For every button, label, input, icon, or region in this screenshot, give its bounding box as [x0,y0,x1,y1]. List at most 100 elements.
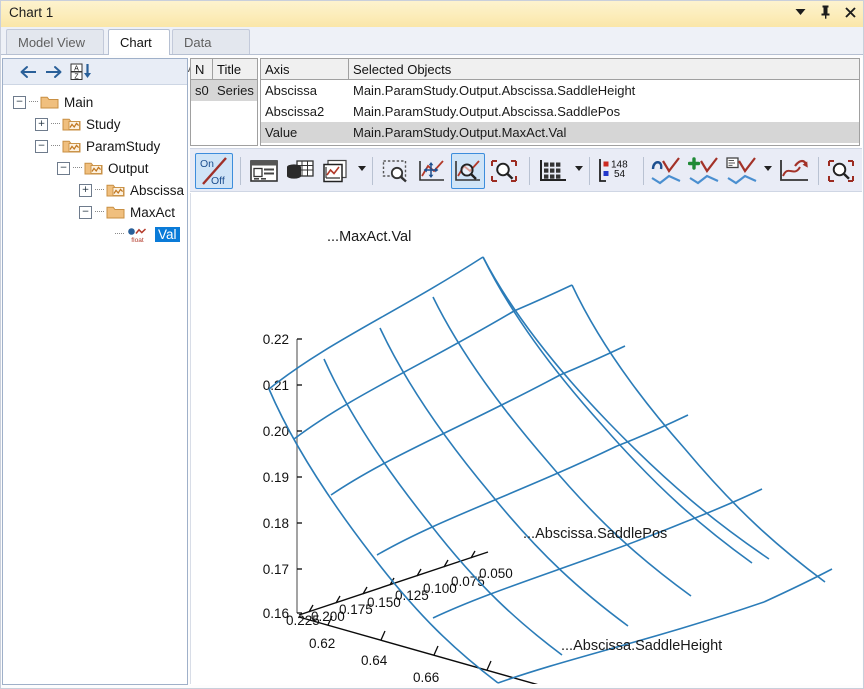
toolbar-separator [372,157,373,185]
z-tick-label: 0.18 [263,516,289,531]
tree-label-selected: Val [155,226,180,242]
chart-canvas[interactable]: 0.22 0.21 0.20 0.19 0.18 0.17 0.16 0.225… [190,193,860,684]
axis-table-row[interactable]: Abscissa2 Main.ParamStudy.Output.Absciss… [261,101,859,122]
svg-text:float: float [131,237,144,243]
expander-icon[interactable]: − [79,205,92,219]
expander-icon[interactable]: + [79,183,92,197]
tree-item-study[interactable]: + Study [9,113,187,135]
expander-icon[interactable]: − [13,95,26,109]
tab-data-view[interactable]: Data View [172,29,250,75]
column-header-axis[interactable]: Axis [261,59,349,79]
tables-area: N Title s0 Series Axis Selected Objects … [190,58,862,146]
z-axis-label: ...MaxAct.Val [327,229,411,245]
window-controls [793,4,858,20]
float-variable-icon: float [126,227,150,243]
title-bar: Chart 1 [0,0,864,28]
tree-connector [29,101,38,103]
back-icon[interactable] [17,62,39,82]
curve-smooth-button[interactable] [648,153,684,189]
pin-icon[interactable] [818,4,833,20]
sort-az-icon[interactable]: A Z [69,62,95,82]
axis-object: Main.ParamStudy.Output.Abscissa.SaddleHe… [353,83,636,98]
properties-panel-button[interactable] [247,153,281,189]
axis-name: Abscissa [265,83,318,98]
expander-placeholder [101,229,112,240]
toolbar-separator [818,157,819,185]
tree-label: ParamStudy [86,138,161,154]
tree-connector [95,211,104,213]
expander-icon[interactable]: − [35,139,48,153]
legend-button[interactable]: 148 54 [596,153,638,189]
z-tick-label: 0.20 [263,424,289,439]
tree-item-main[interactable]: − Main [9,91,187,113]
column-header-title[interactable]: Title [213,59,257,79]
series-title: Series [217,83,254,98]
object-tree-panel: A Z − Main + Study − ParamStudy − Output… [2,58,188,685]
chevron-down-icon[interactable] [575,166,583,171]
tree-item-abscissa[interactable]: + Abscissa [9,179,187,201]
zoom-region-button[interactable] [451,153,485,189]
chart-window: Chart 1 Model View 1 Chart 1 [0,0,864,689]
z-axis: 0.22 0.21 0.20 0.19 0.18 0.17 0.16 [263,332,302,621]
toolbar-separator [643,157,644,185]
chevron-down-icon[interactable] [764,166,772,171]
tree-item-maxact[interactable]: − MaxAct [9,201,187,223]
tree-connector [115,233,124,235]
tab-strip: Model View 1 Chart 1 Data View [0,27,864,75]
window-title: Chart 1 [9,5,54,20]
folder-icon [40,95,59,110]
tree-item-paramstudy[interactable]: − ParamStudy [9,135,187,157]
onoff-toggle-button[interactable]: On Off [195,153,233,189]
x-axis: 0.62 0.64 0.66 0.68 [298,615,538,684]
series-table-row[interactable]: s0 Series [191,80,257,101]
axis-table-header: Axis Selected Objects [261,59,859,80]
folder-icon [106,205,125,220]
z-tick-label: 0.21 [263,378,289,393]
tree-connector [73,167,82,169]
series-table-header: N Title [191,59,257,80]
toolbar-separator [589,157,590,185]
tree-label: Study [86,116,121,132]
curve-properties-button[interactable] [724,153,760,189]
tree-label: Main [64,94,94,110]
x-tick-label: 0.66 [413,670,439,684]
rectangle-zoom-button[interactable] [379,153,413,189]
zoom-out-button[interactable] [487,153,521,189]
add-curve-button[interactable] [686,153,722,189]
axis-table[interactable]: Axis Selected Objects Abscissa Main.Para… [260,58,860,146]
z-tick-label: 0.17 [263,562,289,577]
new-chart-button[interactable] [319,153,353,189]
chart-toolbar: On Off 148 54 [190,148,862,192]
y-tick-label: 0.050 [479,566,513,581]
series-n: s0 [195,83,209,98]
chart-folder-icon [62,139,81,154]
axis-table-row-selected[interactable]: Value Main.ParamStudy.Output.MaxAct.Val [261,122,859,143]
grid-button[interactable] [536,153,570,189]
chevron-down-icon[interactable] [358,166,366,171]
tab-model-view-1[interactable]: Model View 1 [6,29,104,75]
series-table[interactable]: N Title s0 Series [190,58,258,146]
tree-item-val[interactable]: float Val [9,223,187,245]
tree-connector [51,123,60,125]
pan-button[interactable] [415,153,449,189]
export-curve-button[interactable] [776,153,812,189]
column-header-selected-objects[interactable]: Selected Objects [349,59,859,79]
axis-table-row[interactable]: Abscissa Main.ParamStudy.Output.Abscissa… [261,80,859,101]
database-table-button[interactable] [283,153,317,189]
x-tick-label: 0.62 [309,636,335,651]
y-axis-label: ...Abscissa.SaddlePos [523,526,667,542]
z-tick-label: 0.22 [263,332,289,347]
tree-connector [51,145,60,147]
fit-view-button[interactable] [824,153,858,189]
forward-icon[interactable] [43,62,65,82]
expander-icon[interactable]: + [35,117,48,131]
tree-item-output[interactable]: − Output [9,157,187,179]
column-header-n[interactable]: N [191,59,213,79]
tab-chart-1[interactable]: Chart 1 [108,29,170,75]
chevron-down-icon[interactable] [793,4,808,20]
tree-connector [95,189,104,191]
expander-icon[interactable]: − [57,161,70,175]
close-icon[interactable] [843,4,858,20]
svg-text:A: A [74,65,79,72]
z-tick-label: 0.19 [263,470,289,485]
